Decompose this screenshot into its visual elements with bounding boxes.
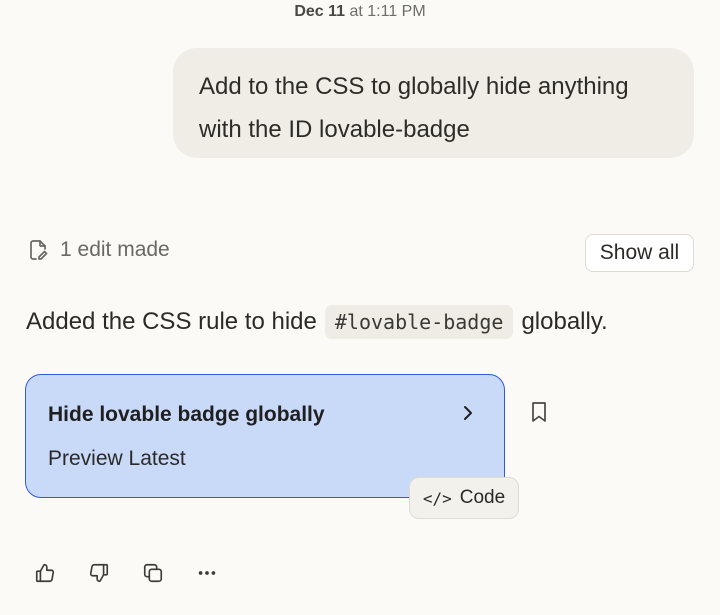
bookmark-icon[interactable]	[528, 400, 550, 429]
chevron-right-icon[interactable]	[458, 403, 478, 428]
timestamp-time: at 1:11 PM	[345, 3, 426, 20]
message-timestamp: Dec 11 at 1:11 PM	[0, 3, 720, 21]
version-card-title: Hide lovable badge globally	[48, 403, 325, 426]
code-button[interactable]: </> Code	[409, 477, 519, 519]
edit-summary-label: 1 edit made	[60, 238, 170, 261]
thumbs-up-icon[interactable]	[33, 561, 57, 585]
code-icon: </>	[422, 488, 452, 508]
code-button-label: Code	[459, 487, 506, 508]
timestamp-date: Dec 11	[294, 3, 346, 20]
thumbs-down-icon[interactable]	[87, 561, 111, 585]
response-text-after: globally.	[521, 308, 608, 335]
assistant-response: Added the CSS rule to hide #lovable-badg…	[26, 302, 608, 342]
message-actions	[33, 561, 249, 585]
copy-icon[interactable]	[141, 561, 165, 585]
inline-code: #lovable-badge	[324, 305, 514, 339]
user-message-bubble: Add to the CSS to globally hide anything…	[173, 48, 694, 158]
more-icon[interactable]	[195, 561, 219, 585]
version-card-subtitle: Preview Latest	[48, 447, 186, 470]
edit-summary: 1 edit made	[26, 238, 170, 262]
file-edit-icon	[26, 238, 50, 262]
show-all-button[interactable]: Show all	[585, 234, 694, 272]
response-text-before: Added the CSS rule to hide	[26, 308, 317, 335]
user-message-text: Add to the CSS to globally hide anything…	[199, 73, 629, 143]
